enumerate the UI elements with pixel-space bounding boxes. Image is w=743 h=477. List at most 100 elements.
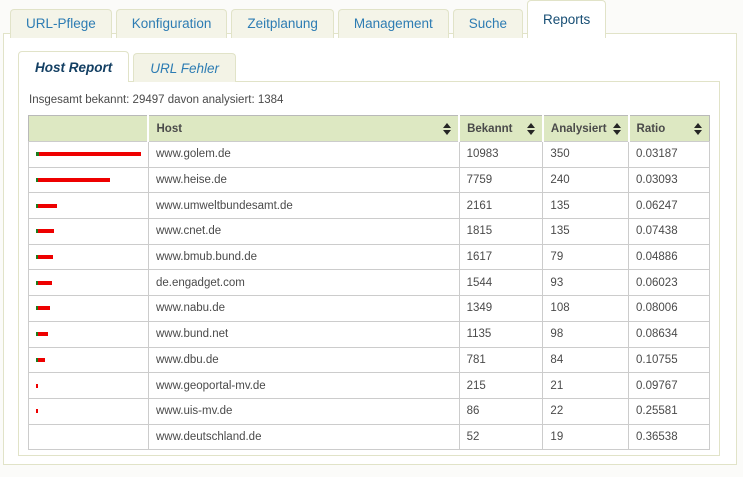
ratio-cell: 0.06023 bbox=[629, 270, 710, 296]
bekannt-cell: 7759 bbox=[459, 167, 543, 193]
table-row: www.golem.de109833500.03187 bbox=[29, 142, 710, 168]
bekannt-bar-segment bbox=[38, 204, 57, 208]
bar-cell bbox=[29, 424, 149, 450]
subtab-url-fehler[interactable]: URL Fehler bbox=[133, 53, 236, 82]
bekannt-bar-segment bbox=[38, 255, 53, 259]
host-cell: www.nabu.de bbox=[148, 296, 459, 322]
main-tab-bar: URL-PflegeKonfigurationZeitplanungManage… bbox=[0, 0, 743, 38]
host-cell: www.golem.de bbox=[148, 142, 459, 168]
ratio-cell: 0.03187 bbox=[629, 142, 710, 168]
bar-cell bbox=[29, 219, 149, 245]
bekannt-bar-segment bbox=[38, 306, 50, 310]
analysiert-cell: 79 bbox=[543, 244, 629, 270]
ratio-cell: 0.03093 bbox=[629, 167, 710, 193]
sort-icon[interactable] bbox=[694, 123, 702, 135]
table-body: www.golem.de109833500.03187www.heise.de7… bbox=[29, 142, 710, 450]
host-cell: www.heise.de bbox=[148, 167, 459, 193]
bar-cell bbox=[29, 373, 149, 399]
bar-cell bbox=[29, 270, 149, 296]
bekannt-bar-segment bbox=[38, 281, 52, 285]
bekannt-cell: 86 bbox=[459, 398, 543, 424]
bekannt-bar-segment bbox=[38, 332, 48, 336]
bekannt-cell: 1135 bbox=[459, 321, 543, 347]
tab-url-pflege[interactable]: URL-Pflege bbox=[10, 9, 112, 38]
host-report-table: HostBekanntAnalysiertRatio www.golem.de1… bbox=[28, 115, 710, 450]
column-header-analysiert[interactable]: Analysiert bbox=[543, 116, 629, 142]
table-row: www.heise.de77592400.03093 bbox=[29, 167, 710, 193]
column-header-blank bbox=[29, 116, 149, 142]
analysiert-cell: 21 bbox=[543, 373, 629, 399]
column-label: Analysiert bbox=[551, 123, 607, 135]
bekannt-bar-segment bbox=[39, 152, 141, 156]
host-cell: www.umweltbundesamt.de bbox=[148, 193, 459, 219]
tab-konfiguration[interactable]: Konfiguration bbox=[116, 9, 228, 38]
bekannt-cell: 1544 bbox=[459, 270, 543, 296]
tab-suche[interactable]: Suche bbox=[453, 9, 523, 38]
table-head: Host Bekannt Analysiert Ratio bbox=[29, 116, 710, 142]
bekannt-cell: 1349 bbox=[459, 296, 543, 322]
ratio-cell: 0.04886 bbox=[629, 244, 710, 270]
tab-reports[interactable]: Reports bbox=[527, 0, 606, 38]
subtab-host-report[interactable]: Host Report bbox=[18, 51, 129, 82]
bekannt-bar-segment bbox=[36, 384, 38, 388]
sort-icon[interactable] bbox=[613, 123, 621, 135]
bar-cell bbox=[29, 398, 149, 424]
bar-cell bbox=[29, 347, 149, 373]
table-row: www.cnet.de18151350.07438 bbox=[29, 219, 710, 245]
analysiert-cell: 98 bbox=[543, 321, 629, 347]
ratio-cell: 0.36538 bbox=[629, 424, 710, 450]
table-header-row: Host Bekannt Analysiert Ratio bbox=[29, 116, 710, 142]
tab-management[interactable]: Management bbox=[338, 9, 449, 38]
column-header-bekannt[interactable]: Bekannt bbox=[459, 116, 543, 142]
bekannt-bar-segment bbox=[36, 409, 38, 413]
bar-cell bbox=[29, 193, 149, 219]
bekannt-bar-segment bbox=[38, 229, 54, 233]
ratio-cell: 0.10755 bbox=[629, 347, 710, 373]
column-header-ratio[interactable]: Ratio bbox=[629, 116, 710, 142]
bekannt-bar-segment bbox=[38, 358, 45, 362]
bekannt-cell: 781 bbox=[459, 347, 543, 373]
analysiert-cell: 108 bbox=[543, 296, 629, 322]
host-cell: www.uis-mv.de bbox=[148, 398, 459, 424]
column-label: Ratio bbox=[637, 123, 666, 135]
bar-cell bbox=[29, 142, 149, 168]
bekannt-cell: 52 bbox=[459, 424, 543, 450]
column-label: Bekannt bbox=[467, 123, 512, 135]
table-row: www.deutschland.de52190.36538 bbox=[29, 424, 710, 450]
bekannt-cell: 2161 bbox=[459, 193, 543, 219]
bekannt-cell: 1815 bbox=[459, 219, 543, 245]
bar-cell bbox=[29, 296, 149, 322]
host-cell: www.bund.net bbox=[148, 321, 459, 347]
host-cell: de.engadget.com bbox=[148, 270, 459, 296]
analysiert-cell: 84 bbox=[543, 347, 629, 373]
table-row: de.engadget.com1544930.06023 bbox=[29, 270, 710, 296]
host-report-panel: Insgesamt bekannt: 29497 davon analysier… bbox=[18, 81, 720, 456]
host-cell: www.cnet.de bbox=[148, 219, 459, 245]
tab-zeitplanung[interactable]: Zeitplanung bbox=[231, 9, 334, 38]
ratio-cell: 0.07438 bbox=[629, 219, 710, 245]
column-label: Host bbox=[156, 123, 182, 135]
bekannt-bar-segment bbox=[38, 178, 110, 182]
column-header-host[interactable]: Host bbox=[148, 116, 459, 142]
table-row: www.geoportal-mv.de215210.09767 bbox=[29, 373, 710, 399]
bekannt-cell: 215 bbox=[459, 373, 543, 399]
sort-icon[interactable] bbox=[527, 123, 535, 135]
analysiert-cell: 93 bbox=[543, 270, 629, 296]
ratio-cell: 0.08006 bbox=[629, 296, 710, 322]
bar-cell bbox=[29, 321, 149, 347]
bekannt-cell: 10983 bbox=[459, 142, 543, 168]
analysiert-cell: 350 bbox=[543, 142, 629, 168]
table-row: www.bmub.bund.de1617790.04886 bbox=[29, 244, 710, 270]
host-cell: www.geoportal-mv.de bbox=[148, 373, 459, 399]
table-row: www.bund.net1135980.08634 bbox=[29, 321, 710, 347]
reports-panel: Host ReportURL Fehler Insgesamt bekannt:… bbox=[3, 33, 737, 465]
analysiert-cell: 135 bbox=[543, 193, 629, 219]
table-row: www.dbu.de781840.10755 bbox=[29, 347, 710, 373]
bekannt-cell: 1617 bbox=[459, 244, 543, 270]
analysiert-cell: 19 bbox=[543, 424, 629, 450]
table-row: www.nabu.de13491080.08006 bbox=[29, 296, 710, 322]
sort-icon[interactable] bbox=[443, 123, 451, 135]
ratio-cell: 0.06247 bbox=[629, 193, 710, 219]
bar-cell bbox=[29, 244, 149, 270]
table-row: www.umweltbundesamt.de21611350.06247 bbox=[29, 193, 710, 219]
